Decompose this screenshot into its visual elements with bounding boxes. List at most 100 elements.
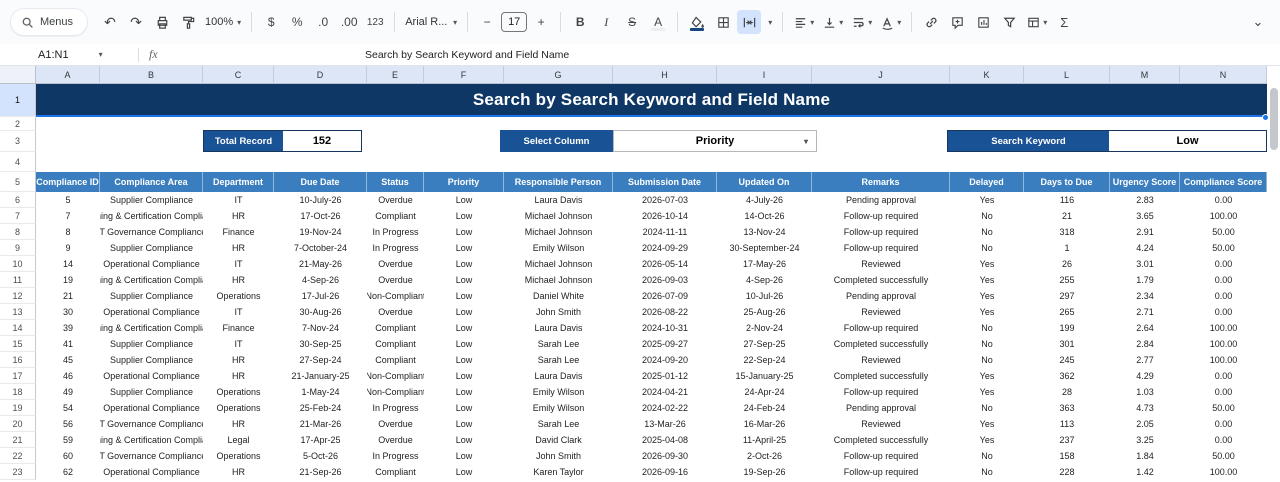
table-cell[interactable]: 2.05 [1110,416,1180,432]
table-cell[interactable]: Sarah Lee [504,416,613,432]
table-cell[interactable]: In Progress [367,240,424,256]
paint-format-button[interactable] [176,10,200,34]
table-cell[interactable]: Supplier Compliance [100,192,203,208]
table-cell[interactable]: Completed successfully [812,368,950,384]
table-cell[interactable]: IT [203,304,274,320]
table-cell[interactable]: ning & Certification Complia [100,272,203,288]
table-cell[interactable]: Low [424,464,504,480]
table-cell[interactable]: 318 [1024,224,1110,240]
table-cell[interactable]: 2026-08-22 [613,304,717,320]
table-cell[interactable]: Low [424,432,504,448]
table-cell[interactable]: Pending approval [812,400,950,416]
table-cell[interactable]: 17-Oct-26 [274,208,367,224]
table-cell[interactable]: Michael Johnson [504,256,613,272]
table-cell[interactable]: 2026-09-16 [613,464,717,480]
table-cell[interactable]: 2025-01-12 [613,368,717,384]
table-cell[interactable]: 297 [1024,288,1110,304]
table-cell[interactable]: Low [424,192,504,208]
table-cell[interactable]: 2025-04-08 [613,432,717,448]
column-header-h[interactable]: H [613,66,717,84]
row-header-8[interactable]: 8 [0,224,36,240]
merge-cells-dropdown[interactable]: ▾ [763,10,775,34]
table-cell[interactable]: Low [424,304,504,320]
text-rotation-button[interactable]: ▾ [877,10,904,34]
insert-comment-button[interactable] [945,10,969,34]
table-cell[interactable]: Low [424,448,504,464]
table-cell[interactable]: Finance [203,320,274,336]
table-cell[interactable]: Supplier Compliance [100,288,203,304]
merge-cells-button[interactable] [737,10,762,34]
table-cell[interactable]: 19 [36,272,100,288]
table-cell[interactable]: Low [424,256,504,272]
table-cell[interactable]: 30-Aug-26 [274,304,367,320]
table-cell[interactable]: Operations [203,384,274,400]
increase-font-size-button[interactable]: + [529,10,553,34]
column-header-c[interactable]: C [203,66,274,84]
table-cell[interactable]: 4.24 [1110,240,1180,256]
table-cell[interactable]: Compliant [367,352,424,368]
table-cell[interactable]: Overdue [367,416,424,432]
table-cell[interactable]: In Progress [367,448,424,464]
collapse-toolbar-button[interactable]: ⌄ [1246,10,1270,34]
table-cell[interactable]: Completed successfully [812,432,950,448]
row-header-1[interactable]: 1 [0,84,36,117]
table-cell[interactable]: 7-Nov-24 [274,320,367,336]
horizontal-align-button[interactable]: ▾ [790,10,817,34]
table-cell[interactable]: IT [203,192,274,208]
number-format-button[interactable]: 123 [363,10,387,34]
table-header-cell[interactable]: Responsible Person [504,172,613,192]
table-cell[interactable]: Non-Compliant [367,288,424,304]
table-cell[interactable]: 100.00 [1180,336,1267,352]
table-cell[interactable]: 50.00 [1180,240,1267,256]
table-cell[interactable]: 0.00 [1180,288,1267,304]
table-cell[interactable]: No [950,320,1024,336]
column-header-m[interactable]: M [1110,66,1180,84]
row-header-5[interactable]: 5 [0,172,36,192]
column-header-i[interactable]: I [717,66,812,84]
row-header-16[interactable]: 16 [0,352,36,368]
table-header-cell[interactable]: Updated On [717,172,812,192]
filter-button[interactable] [997,10,1021,34]
table-header-cell[interactable]: Priority [424,172,504,192]
table-cell[interactable]: 46 [36,368,100,384]
table-cell[interactable]: Overdue [367,304,424,320]
table-cell[interactable]: 0.00 [1180,304,1267,320]
table-cell[interactable]: Operations [203,448,274,464]
table-header-cell[interactable]: Status [367,172,424,192]
table-cell[interactable]: 2.77 [1110,352,1180,368]
table-cell[interactable]: Supplier Compliance [100,240,203,256]
table-cell[interactable]: 45 [36,352,100,368]
text-wrap-button[interactable]: ▾ [848,10,875,34]
row-header-19[interactable]: 19 [0,400,36,416]
table-cell[interactable]: Follow-up required [812,320,950,336]
row-header-11[interactable]: 11 [0,272,36,288]
table-cell[interactable]: Low [424,208,504,224]
name-box[interactable]: A1:N1 ▾ [0,49,128,61]
table-cell[interactable]: 27-Sep-24 [274,352,367,368]
table-cell[interactable]: 255 [1024,272,1110,288]
table-cell[interactable]: Emily Wilson [504,400,613,416]
table-cell[interactable]: Low [424,368,504,384]
table-cell[interactable]: 26 [1024,256,1110,272]
table-cell[interactable]: Reviewed [812,352,950,368]
table-cell[interactable]: Follow-up required [812,208,950,224]
table-cell[interactable]: 13-Nov-24 [717,224,812,240]
table-cell[interactable]: Emily Wilson [504,240,613,256]
table-cell[interactable]: 17-Jul-26 [274,288,367,304]
table-cell[interactable]: 10-Jul-26 [717,288,812,304]
table-cell[interactable]: Low [424,384,504,400]
table-cell[interactable]: 50.00 [1180,400,1267,416]
table-cell[interactable]: 2026-07-03 [613,192,717,208]
table-cell[interactable]: No [950,352,1024,368]
table-cell[interactable]: 1.79 [1110,272,1180,288]
table-cell[interactable]: 21-Mar-26 [274,416,367,432]
table-cell[interactable]: 100.00 [1180,320,1267,336]
table-cell[interactable]: 4.73 [1110,400,1180,416]
table-cell[interactable]: 19-Sep-26 [717,464,812,480]
row-header-10[interactable]: 10 [0,256,36,272]
table-cell[interactable]: 21 [1024,208,1110,224]
table-cell[interactable]: Follow-up required [812,240,950,256]
table-cell[interactable]: 2025-09-27 [613,336,717,352]
table-cell[interactable]: 14 [36,256,100,272]
table-cell[interactable]: Completed successfully [812,336,950,352]
